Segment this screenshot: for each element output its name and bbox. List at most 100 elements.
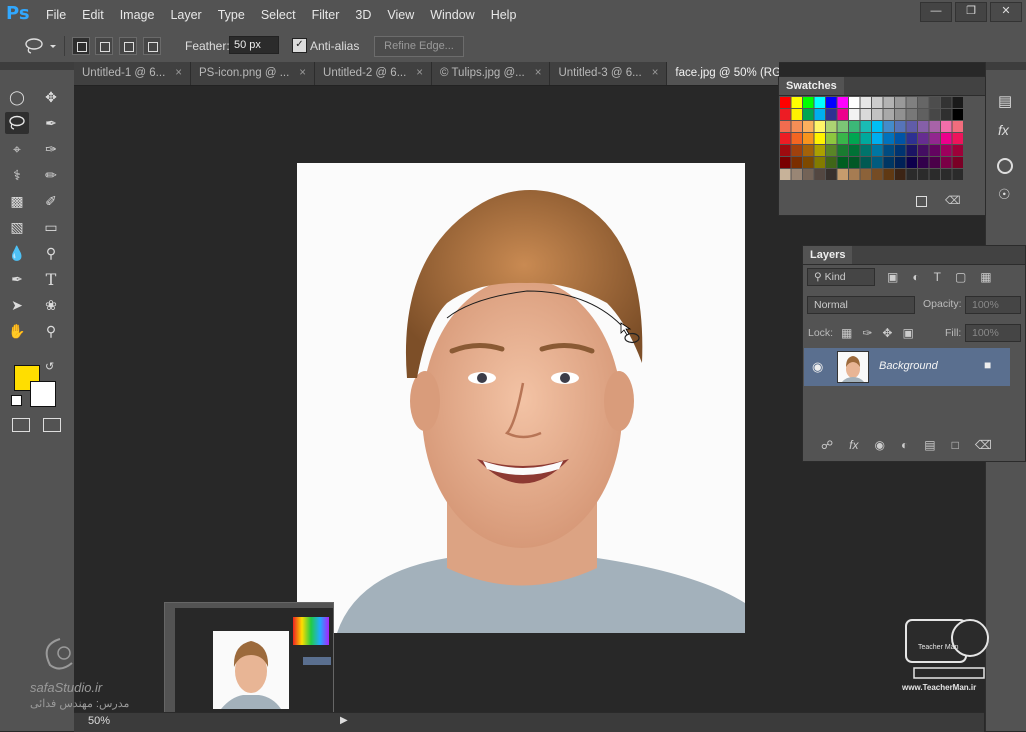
menu-3d[interactable]: 3D bbox=[347, 8, 379, 22]
menu-type[interactable]: Type bbox=[210, 8, 253, 22]
hand-tool-icon[interactable]: ✋ bbox=[5, 320, 29, 342]
swatch-grid[interactable] bbox=[779, 96, 985, 196]
pen-tool-icon[interactable]: ✒ bbox=[5, 268, 29, 290]
marquee-tool-icon[interactable]: ◯ bbox=[5, 86, 29, 108]
dodge-tool-icon[interactable]: ⚲ bbox=[39, 242, 63, 264]
add-to-selection-icon[interactable] bbox=[95, 37, 113, 55]
new-layer-icon[interactable]: □ bbox=[952, 438, 959, 452]
refine-edge-button[interactable]: Refine Edge... bbox=[374, 36, 464, 57]
menu-help[interactable]: Help bbox=[483, 8, 525, 22]
menu-edit[interactable]: Edit bbox=[74, 8, 112, 22]
menu-layer[interactable]: Layer bbox=[162, 8, 209, 22]
feather-input[interactable] bbox=[229, 36, 279, 54]
delete-swatch-icon[interactable]: ⌫ bbox=[945, 194, 961, 207]
swatch bbox=[814, 157, 825, 168]
layer-row-background[interactable]: ◉ Background ■ bbox=[804, 348, 1010, 386]
layer-style-icon[interactable]: fx bbox=[849, 438, 858, 452]
menu-view[interactable]: View bbox=[379, 8, 422, 22]
navigator-thumbnail[interactable] bbox=[164, 602, 334, 726]
swatch bbox=[837, 109, 848, 120]
tab-1[interactable]: Untitled-1 @ 6... × bbox=[74, 62, 191, 85]
menu-image[interactable]: Image bbox=[112, 8, 163, 22]
history-panel-icon[interactable]: ▤ bbox=[998, 92, 1012, 110]
custom-shape-tool-icon[interactable]: ❀ bbox=[39, 294, 63, 316]
quick-mask-icon[interactable] bbox=[12, 418, 30, 432]
fill-input[interactable]: 100% bbox=[965, 324, 1021, 342]
type-tool-icon[interactable]: T bbox=[39, 268, 63, 290]
healing-brush-tool-icon[interactable]: ⚕ bbox=[5, 164, 29, 186]
new-group-icon[interactable]: ▤ bbox=[924, 438, 935, 452]
tab-6[interactable]: face.jpg @ 50% (RGB bbox=[667, 62, 779, 85]
gradient-tool-icon[interactable]: ▭ bbox=[39, 216, 63, 238]
paths-panel-icon[interactable]: ☉ bbox=[998, 186, 1011, 203]
eraser-tool-icon[interactable]: ▧ bbox=[5, 216, 29, 238]
swatch bbox=[837, 121, 848, 132]
lasso-tool-icon[interactable] bbox=[5, 112, 29, 134]
menu-window[interactable]: Window bbox=[422, 8, 482, 22]
lock-transparent-icon[interactable]: ▦ bbox=[841, 326, 852, 340]
tab-5[interactable]: Untitled-3 @ 6... × bbox=[550, 62, 668, 85]
path-selection-tool-icon[interactable]: ➤ bbox=[5, 294, 29, 316]
styles-panel-icon[interactable]: fx bbox=[998, 122, 1009, 138]
layer-thumbnail[interactable] bbox=[837, 351, 869, 383]
blur-tool-icon[interactable]: 💧 bbox=[5, 242, 29, 264]
screen-mode-icon[interactable] bbox=[43, 418, 61, 432]
restore-button[interactable]: ❐ bbox=[955, 2, 987, 22]
pixel-filter-icon[interactable]: ▣ bbox=[887, 270, 898, 284]
lasso-tool-preset-icon[interactable] bbox=[22, 37, 58, 55]
document-canvas[interactable] bbox=[297, 163, 745, 633]
antialias-checkbox[interactable]: ✓ bbox=[292, 38, 307, 53]
background-color-swatch[interactable] bbox=[30, 381, 56, 407]
swatch bbox=[906, 97, 917, 108]
new-selection-icon[interactable] bbox=[72, 37, 90, 55]
brush-tool-icon[interactable]: ✏ bbox=[39, 164, 63, 186]
menu-filter[interactable]: Filter bbox=[304, 8, 348, 22]
status-arrow-icon[interactable]: ▶ bbox=[340, 715, 348, 726]
move-tool-icon[interactable]: ✥ bbox=[39, 86, 63, 108]
link-layers-icon[interactable]: ☍ bbox=[821, 438, 833, 452]
delete-layer-icon[interactable]: ⌫ bbox=[975, 438, 992, 452]
swap-colors-icon[interactable]: ↺ bbox=[45, 360, 54, 373]
close-tab-icon[interactable]: × bbox=[535, 67, 542, 79]
tab-3[interactable]: Untitled-2 @ 6... × bbox=[315, 62, 432, 85]
adjustments-panel-icon[interactable] bbox=[997, 158, 1013, 174]
tab-4[interactable]: © Tulips.jpg @... × bbox=[432, 62, 551, 85]
zoom-tool-icon[interactable]: ⚲ bbox=[39, 320, 63, 342]
menu-select[interactable]: Select bbox=[253, 8, 304, 22]
opacity-input[interactable]: 100% bbox=[965, 296, 1021, 314]
tab-2[interactable]: PS-icon.png @ ... × bbox=[190, 62, 316, 85]
close-tab-icon[interactable]: × bbox=[299, 67, 306, 79]
blend-mode-select[interactable]: Normal bbox=[807, 296, 915, 314]
swatches-panel-title[interactable]: Swatches bbox=[779, 77, 844, 95]
menu-bar: Ps File Edit Image Layer Type Select Filter 3D V… bbox=[0, 0, 1026, 31]
subtract-selection-icon[interactable] bbox=[119, 37, 137, 55]
layer-kind-filter[interactable]: ⚲ Kind bbox=[807, 268, 875, 286]
history-brush-tool-icon[interactable]: ✐ bbox=[39, 190, 63, 212]
clone-stamp-tool-icon[interactable]: ▩ bbox=[5, 190, 29, 212]
lock-position-icon[interactable]: ✥ bbox=[882, 326, 892, 340]
layer-name[interactable]: Background bbox=[879, 360, 938, 372]
close-tab-icon[interactable]: × bbox=[416, 67, 423, 79]
new-swatch-icon[interactable] bbox=[916, 196, 927, 207]
zoom-level[interactable]: 50% bbox=[88, 715, 110, 727]
close-button[interactable]: ✕ bbox=[990, 2, 1022, 22]
shape-filter-icon[interactable]: ▢ bbox=[955, 270, 966, 284]
crop-tool-icon[interactable]: ⌖ bbox=[5, 138, 29, 160]
quick-selection-tool-icon[interactable]: ✒ bbox=[39, 112, 63, 134]
smart-object-filter-icon[interactable]: ▦ bbox=[980, 270, 991, 284]
lock-pixels-icon[interactable]: ✑ bbox=[862, 326, 872, 340]
close-tab-icon[interactable]: × bbox=[652, 67, 659, 79]
minimize-button[interactable]: — bbox=[920, 2, 952, 22]
lock-all-icon[interactable]: ▣ bbox=[902, 326, 913, 340]
layers-panel-title[interactable]: Layers bbox=[803, 246, 853, 264]
menu-file[interactable]: File bbox=[38, 8, 74, 22]
default-colors-icon[interactable] bbox=[11, 395, 22, 406]
adjustment-filter-icon[interactable]: ◐ bbox=[912, 270, 919, 284]
close-tab-icon[interactable]: × bbox=[175, 67, 182, 79]
layer-mask-icon[interactable]: ◉ bbox=[875, 438, 885, 452]
eyedropper-tool-icon[interactable]: ✑ bbox=[39, 138, 63, 160]
intersect-selection-icon[interactable] bbox=[143, 37, 161, 55]
adjustment-layer-icon[interactable]: ◐ bbox=[901, 438, 908, 452]
visibility-eye-icon[interactable]: ◉ bbox=[812, 359, 823, 375]
type-filter-icon[interactable]: T bbox=[934, 270, 941, 284]
